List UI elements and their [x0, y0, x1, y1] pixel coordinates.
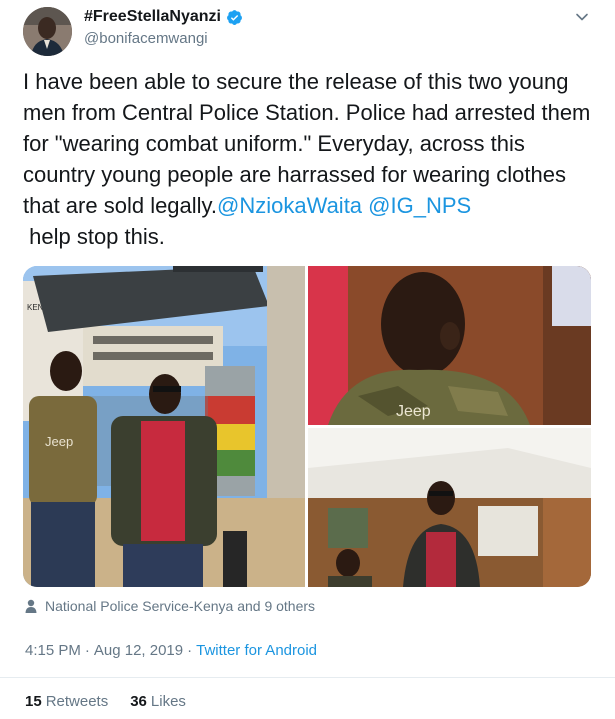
- tweet-text: I have been able to secure the release o…: [23, 66, 598, 252]
- photo-1-shirt-text: Jeep: [45, 434, 73, 449]
- tweet-card: #FreeStellaNyanzi @bonifacemwangi I have…: [0, 0, 615, 719]
- tagged-text[interactable]: National Police Service-Kenya and 9 othe…: [45, 598, 315, 614]
- photo-1-image: KENYA Jeep: [23, 266, 305, 587]
- tagged-people[interactable]: National Police Service-Kenya and 9 othe…: [25, 598, 315, 614]
- mention-link[interactable]: @NziokaWaita: [217, 193, 362, 218]
- tweet-body-tail: help stop this.: [29, 224, 165, 249]
- photo-2-shirt-text: Jeep: [396, 403, 431, 420]
- retweets-label: Retweets: [45, 693, 109, 710]
- profile-avatar[interactable]: [23, 7, 72, 56]
- meta-separator: ·: [187, 642, 193, 659]
- author-handle[interactable]: @bonifacemwangi: [84, 30, 208, 47]
- verified-badge-icon: [227, 9, 242, 25]
- chevron-down-icon[interactable]: [574, 9, 590, 25]
- tweet-meta: 4:15 PM · Aug 12, 2019 · Twitter for And…: [25, 642, 317, 659]
- likes-stat[interactable]: 36 Likes: [130, 693, 186, 710]
- avatar-image: [23, 7, 72, 56]
- tweet-date[interactable]: Aug 12, 2019: [94, 642, 183, 659]
- meta-separator: ·: [84, 642, 90, 659]
- photo-2-image: Jeep: [308, 266, 591, 425]
- photo-1[interactable]: KENYA Jeep: [23, 266, 305, 587]
- likes-count: 36: [130, 693, 147, 710]
- retweets-count: 15: [25, 693, 42, 710]
- mention-link[interactable]: @IG_NPS: [368, 193, 471, 218]
- tweet-stats: 15 Retweets 36 Likes: [25, 693, 186, 710]
- retweets-stat[interactable]: 15 Retweets: [25, 693, 108, 710]
- divider: [0, 677, 615, 678]
- photo-2[interactable]: Jeep: [308, 266, 591, 425]
- media-grid: KENYA Jeep Jeep: [23, 266, 591, 587]
- person-icon: [25, 599, 37, 613]
- likes-label: Likes: [150, 693, 186, 710]
- tweet-source-link[interactable]: Twitter for Android: [196, 642, 317, 659]
- tweet-time[interactable]: 4:15 PM: [25, 642, 81, 659]
- author-display-name[interactable]: #FreeStellaNyanzi: [84, 8, 221, 26]
- photo-3[interactable]: [308, 428, 591, 587]
- author-name-row[interactable]: #FreeStellaNyanzi: [84, 8, 243, 26]
- photo-3-image: [308, 428, 591, 587]
